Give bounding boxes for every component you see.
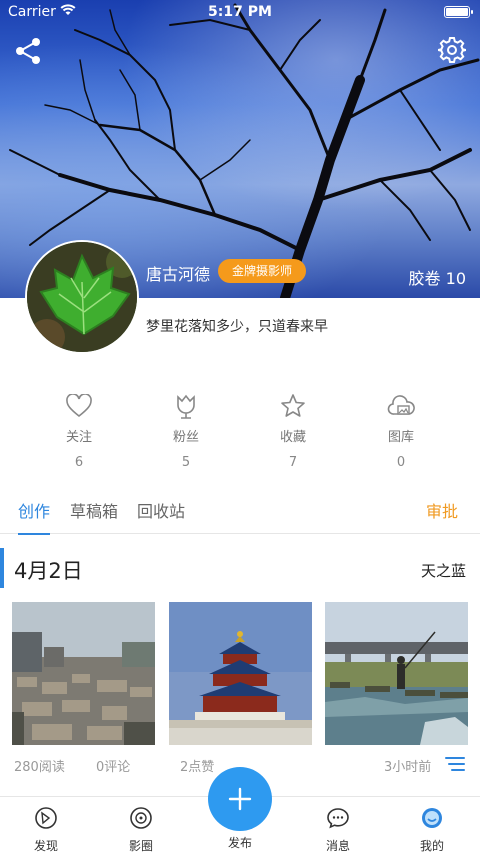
approve-button[interactable]: 审批 [426,498,458,522]
lens-icon [106,805,176,831]
nav-label: 消息 [325,839,350,853]
status-bar: Carrier 5:17 PM [0,0,480,24]
stat-value: 6 [74,455,84,470]
avatar[interactable] [25,240,139,354]
stat-label: 图库 [387,430,414,445]
compass-icon [11,805,81,831]
stat-value: 7 [288,455,298,470]
like-count[interactable]: 2点赞 [180,756,214,775]
plus-icon [228,787,252,811]
stat-gallery[interactable]: 图库 0 [361,392,441,470]
nav-label: 我的 [419,839,444,853]
stat-value: 5 [181,455,191,470]
nav-discover[interactable]: 发现 [11,805,81,854]
film-count[interactable]: 胶卷 10 [409,265,466,289]
profile-motto: 梦里花落知多少，只道春来早 [146,319,328,335]
photo-city-view[interactable] [12,602,155,745]
post-header: 4月2日 天之蓝 [0,546,480,592]
nav-label: 影圈 [128,839,153,853]
stat-fans[interactable]: 粉丝 5 [146,392,226,470]
settings-button[interactable] [437,36,467,64]
tab-drafts[interactable]: 草稿箱 [70,498,118,522]
leaf-avatar-image [27,242,137,352]
nav-circle[interactable]: 影圈 [106,805,176,854]
stat-following[interactable]: 关注 6 [39,392,119,470]
star-icon [253,392,333,420]
stat-label: 粉丝 [172,430,199,445]
tulip-icon [146,392,226,420]
content-tabs: 创作 草稿箱 回收站 审批 [0,490,480,535]
publish-button[interactable] [208,767,272,831]
nav-label: 发现 [33,839,58,853]
menu-lines-icon[interactable] [444,756,466,772]
post-date: 4月2日 [14,559,83,583]
stat-label: 收藏 [279,430,306,445]
nav-mine[interactable]: 我的 [397,805,467,854]
post-photos [12,602,468,745]
photo-temple-of-heaven[interactable] [169,602,312,745]
date-accent-bar [0,548,4,588]
photo-riverside[interactable] [325,602,468,745]
tab-recycle-bin[interactable]: 回收站 [137,498,185,522]
stat-value: 0 [396,455,406,470]
chat-bubble-icon [303,805,373,831]
post-author[interactable]: 天之蓝 [421,560,466,581]
cloud-gallery-icon [361,392,441,420]
share-icon [16,38,40,64]
share-button[interactable] [14,36,44,66]
publish-label: 发布 [227,836,252,850]
gear-icon [437,37,467,63]
status-time: 5:17 PM [208,4,272,20]
stat-favorites[interactable]: 收藏 7 [253,392,333,470]
profile-stats: 关注 6 粉丝 5 收藏 7 图库 0 [0,392,480,472]
comment-count[interactable]: 0评论 [96,756,130,775]
username: 唐古河德 [146,265,211,284]
read-count: 280阅读 [14,760,65,775]
stat-label: 关注 [65,430,92,445]
nav-messages[interactable]: 消息 [303,805,373,854]
tab-creations[interactable]: 创作 [18,498,51,535]
heart-icon [39,392,119,420]
battery-icon [444,6,473,18]
gold-photographer-badge: 金牌摄影师 [218,259,307,283]
post-time-ago: 3小时前 [384,760,432,775]
profile-face-icon [397,805,467,831]
